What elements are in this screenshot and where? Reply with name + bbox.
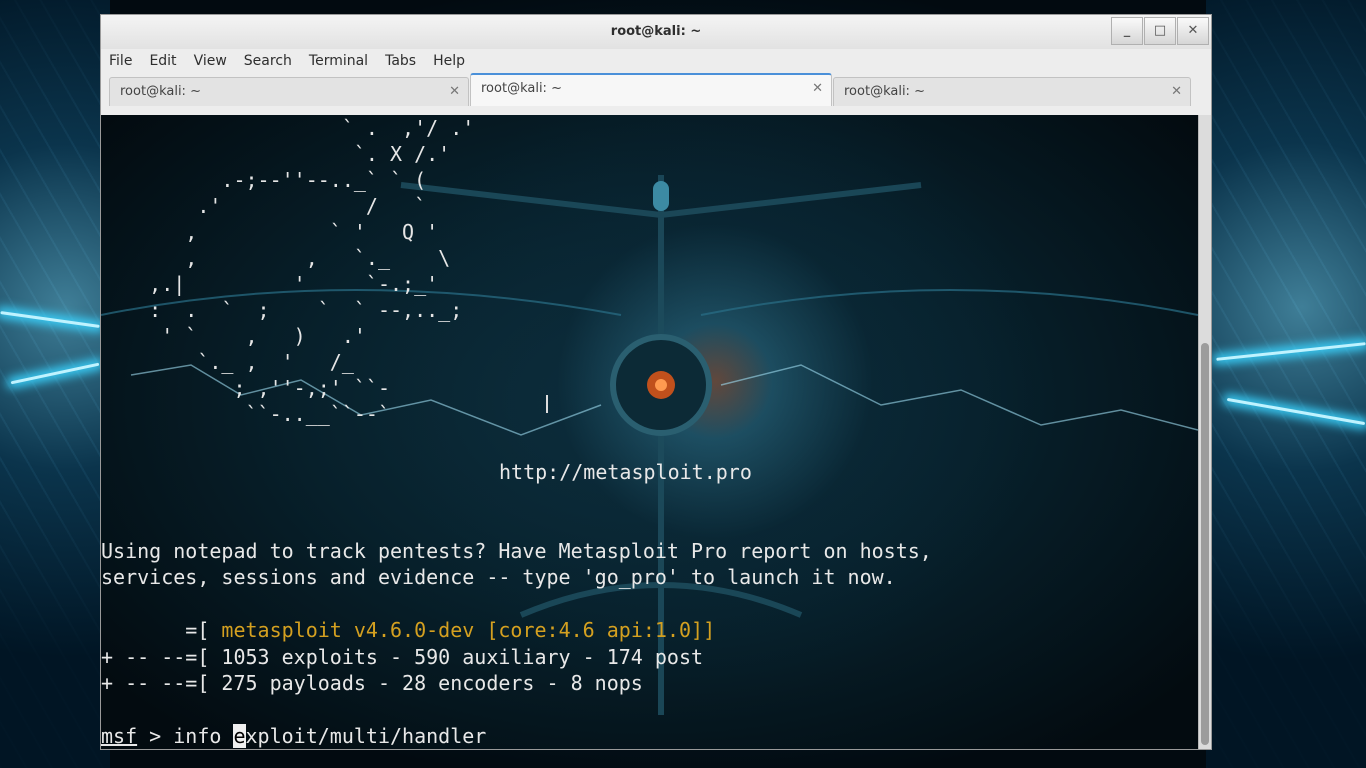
tab-1[interactable]: root@kali: ~ ✕ (109, 77, 469, 106)
stats-line: + -- --=[ 275 payloads - 28 encoders - 8… (101, 671, 643, 695)
lightning-decoration (0, 311, 100, 328)
menu-bar: File Edit View Search Terminal Tabs Help (101, 49, 1211, 73)
tab-label: root@kali: ~ (481, 81, 562, 96)
menu-file[interactable]: File (109, 53, 132, 69)
menu-view[interactable]: View (194, 53, 227, 69)
tab-label: root@kali: ~ (844, 84, 925, 99)
lightning-decoration (10, 362, 100, 385)
menu-edit[interactable]: Edit (149, 53, 176, 69)
maximize-button[interactable]: □ (1144, 17, 1176, 45)
stats-line: + -- --=[ 1053 exploits - 590 auxiliary … (101, 645, 704, 669)
menu-terminal[interactable]: Terminal (309, 53, 368, 69)
close-tab-icon[interactable]: ✕ (812, 75, 823, 103)
window-title: root@kali: ~ (610, 24, 702, 39)
terminal-window: root@kali: ~ _ □ ✕ File Edit View Search… (100, 14, 1212, 750)
close-button[interactable]: ✕ (1177, 17, 1209, 45)
banner-line: Using notepad to track pentests? Have Me… (101, 539, 932, 563)
banner-line: services, sessions and evidence -- type … (101, 565, 896, 589)
menu-help[interactable]: Help (433, 53, 465, 69)
menu-search[interactable]: Search (244, 53, 292, 69)
scrollbar-thumb[interactable] (1201, 343, 1209, 745)
lightning-decoration (1216, 342, 1366, 361)
title-bar[interactable]: root@kali: ~ _ □ ✕ (101, 15, 1211, 49)
desktop-wallpaper-right (1206, 0, 1366, 768)
mouse-ibeam-cursor-icon (546, 395, 554, 413)
metasploit-ascii-art: ` . ,'/ .' `. X /.' .-;--''--.._` ` ( .'… (101, 116, 475, 426)
prompt-user: msf (101, 724, 138, 748)
tab-label: root@kali: ~ (120, 84, 201, 99)
version-text: metasploit v4.6.0-dev [core:4.6 api:1.0] (221, 618, 704, 642)
tab-2[interactable]: root@kali: ~ ✕ (470, 73, 832, 106)
lightning-decoration (1226, 397, 1366, 426)
tab-bar: root@kali: ~ ✕ root@kali: ~ ✕ root@kali:… (101, 73, 1211, 107)
menu-tabs[interactable]: Tabs (385, 53, 416, 69)
close-tab-icon[interactable]: ✕ (449, 78, 460, 106)
tab-3[interactable]: root@kali: ~ ✕ (833, 77, 1191, 106)
minimize-button[interactable]: _ (1111, 17, 1143, 45)
close-tab-icon[interactable]: ✕ (1171, 78, 1182, 106)
desktop-wallpaper-left (0, 0, 110, 768)
terminal-output[interactable]: ` . ,'/ .' `. X /.' .-;--''--.._` ` ( .'… (101, 115, 1198, 749)
command-prompt[interactable]: msf > info exploit/multi/handler (101, 723, 486, 749)
window-controls: _ □ ✕ (1110, 17, 1209, 45)
vertical-scrollbar[interactable] (1198, 115, 1211, 749)
metasploit-url: http://metasploit.pro (499, 460, 752, 484)
text-cursor: e (233, 724, 246, 748)
version-line: =[ metasploit v4.6.0-dev [core:4.6 api:1… (101, 618, 716, 642)
